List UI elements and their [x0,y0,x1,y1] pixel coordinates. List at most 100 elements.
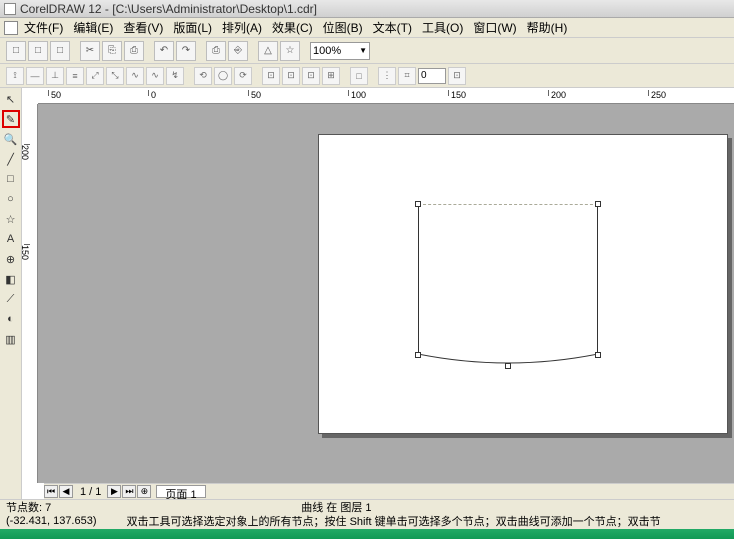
star-button[interactable]: ☆ [280,41,300,61]
rectangle-tool[interactable]: □ [2,170,20,188]
menu-view[interactable]: 查看(V) [123,19,163,36]
menu-help[interactable]: 帮助(H) [527,19,568,36]
ruler-tick: 0 [148,90,156,96]
menu-window[interactable]: 窗口(W) [473,19,516,36]
doc-icon [4,21,18,35]
node[interactable] [415,201,421,207]
zoom-combo[interactable]: 100% ▼ [310,42,370,60]
prop-btn-15[interactable]: ⊞ [322,67,340,85]
menu-tools[interactable]: 工具(O) [422,19,463,36]
text-tool[interactable]: A [2,230,20,248]
ruler-area: 50 0 50 100 150 200 250 300 200 150 [22,88,734,499]
pick-tool[interactable]: ↖ [2,90,20,108]
undo-button[interactable]: ↶ [154,41,174,61]
node-count-value: 7 [45,502,51,514]
prop-btn-0[interactable]: ⟟ [6,67,24,85]
menu-bar: 文件(F) 编辑(E) 查看(V) 版面(L) 排列(A) 效果(C) 位图(B… [0,18,734,38]
property-bar: ⟟ — ⊥ ≡ ⤢ ⤡ ∿ ∿ ↯ ⟲ ◯ ⟳ ⊡ ⊡ ⊡ ⊞ □ ⋮ ⌗ 0 … [0,64,734,88]
interactive-fill-tool[interactable]: ▥ [2,330,20,348]
prop-btn-7[interactable]: ∿ [146,67,164,85]
shape-tool[interactable]: ✎ [2,110,20,128]
pager-last[interactable]: ⏭ [122,485,136,498]
pager-value: 1 / 1 [80,486,101,498]
prop-btn-8[interactable]: ↯ [166,67,184,85]
hint-text: 双击工具可选择选定对象上的所有节点；按住 Shift 键单击可选择多个节点；双击… [127,513,661,529]
work-area: ↖ ✎ 🔍 ╱ □ ○ ☆ A ⊕ ◧ ⟋ ◐ ▥ 50 0 50 100 15… [0,88,734,499]
zoom-tool[interactable]: 🔍 [2,130,20,148]
ruler-tick: 250 [648,90,666,96]
open-button[interactable]: □ [28,41,48,61]
copy-button[interactable]: ⎘ [102,41,122,61]
ellipse-tool[interactable]: ○ [2,190,20,208]
pager-first[interactable]: ⏮ [44,485,58,498]
redo-button[interactable]: ↷ [176,41,196,61]
chevron-down-icon: ▼ [359,46,367,55]
prop-btn-2[interactable]: ⊥ [46,67,64,85]
page-tab[interactable]: 页面 1 [156,485,205,498]
prop-btn-4[interactable]: ⤢ [86,67,104,85]
cut-button[interactable]: ✂ [80,41,100,61]
cursor-coords: (-32.431, 137.653) [6,515,97,527]
ruler-tick: 150 [24,244,30,260]
menu-file[interactable]: 文件(F) [24,19,63,36]
fill-tool[interactable]: ◐ [2,310,20,328]
page-navigator: ⏮ ◀ 1 / 1 ▶ ⏭ ⊕ 页面 1 [44,483,734,499]
standard-toolbar: □ □ □ ✂ ⎘ ⎙ ↶ ↷ ⎙ ⎆ △ ☆ 100% ▼ [0,38,734,64]
shape-button[interactable]: △ [258,41,278,61]
canvas-viewport[interactable] [38,104,734,483]
pager-prev[interactable]: ◀ [59,485,73,498]
ruler-tick: 200 [24,144,30,160]
pasteboard [38,104,734,483]
menu-bitmap[interactable]: 位图(B) [323,19,363,36]
import-button[interactable]: ⎙ [206,41,226,61]
prop-btn-11[interactable]: ⟳ [234,67,252,85]
prop-btn-12[interactable]: ⊡ [262,67,280,85]
freehand-tool[interactable]: ╱ [2,150,20,168]
title-bar: CorelDRAW 12 - [C:\Users\Administrator\D… [0,0,734,18]
app-icon [4,3,16,15]
prop-btn-3[interactable]: ≡ [66,67,84,85]
prop-btn-18[interactable]: ⌗ [398,67,416,85]
prop-btn-17[interactable]: ⋮ [378,67,396,85]
ruler-vertical: 200 150 [22,104,38,483]
prop-btn-19[interactable]: ⊡ [448,67,466,85]
ruler-tick: 50 [48,90,61,96]
menu-arrange[interactable]: 排列(A) [222,19,262,36]
status-bar: 节点数: 7 曲线 在 图层 1 (-32.431, 137.653) 双击工具… [0,499,734,539]
eyedropper-tool[interactable]: ◧ [2,270,20,288]
ruler-tick: 200 [548,90,566,96]
prop-btn-1[interactable]: — [26,67,44,85]
save-button[interactable]: □ [50,41,70,61]
prop-btn-14[interactable]: ⊡ [302,67,320,85]
paste-button[interactable]: ⎙ [124,41,144,61]
zoom-value: 100% [313,45,341,57]
menu-edit[interactable]: 编辑(E) [73,19,113,36]
new-button[interactable]: □ [6,41,26,61]
curve-object[interactable] [418,204,598,366]
prop-btn-13[interactable]: ⊡ [282,67,300,85]
node[interactable] [505,363,511,369]
pager-next[interactable]: ▶ [107,485,121,498]
prop-btn-9[interactable]: ⟲ [194,67,212,85]
title-text: CorelDRAW 12 - [C:\Users\Administrator\D… [20,0,317,18]
export-button[interactable]: ⎆ [228,41,248,61]
prop-field[interactable]: 0 [418,68,446,84]
ruler-tick: 50 [248,90,261,96]
menu-layout[interactable]: 版面(L) [173,19,212,36]
pager-add[interactable]: ⊕ [137,485,151,498]
prop-btn-16[interactable]: □ [350,67,368,85]
node[interactable] [595,352,601,358]
toolbox: ↖ ✎ 🔍 ╱ □ ○ ☆ A ⊕ ◧ ⟋ ◐ ▥ [0,88,22,499]
interactive-tool[interactable]: ⊕ [2,250,20,268]
outline-tool[interactable]: ⟋ [2,290,20,308]
menu-text[interactable]: 文本(T) [373,19,412,36]
node[interactable] [595,201,601,207]
prop-btn-10[interactable]: ◯ [214,67,232,85]
prop-btn-6[interactable]: ∿ [126,67,144,85]
prop-btn-5[interactable]: ⤡ [106,67,124,85]
node-count-label: 节点数: [6,502,42,514]
menu-effects[interactable]: 效果(C) [272,19,313,36]
polygon-tool[interactable]: ☆ [2,210,20,228]
node[interactable] [415,352,421,358]
ruler-horizontal: 50 0 50 100 150 200 250 300 [38,88,734,104]
